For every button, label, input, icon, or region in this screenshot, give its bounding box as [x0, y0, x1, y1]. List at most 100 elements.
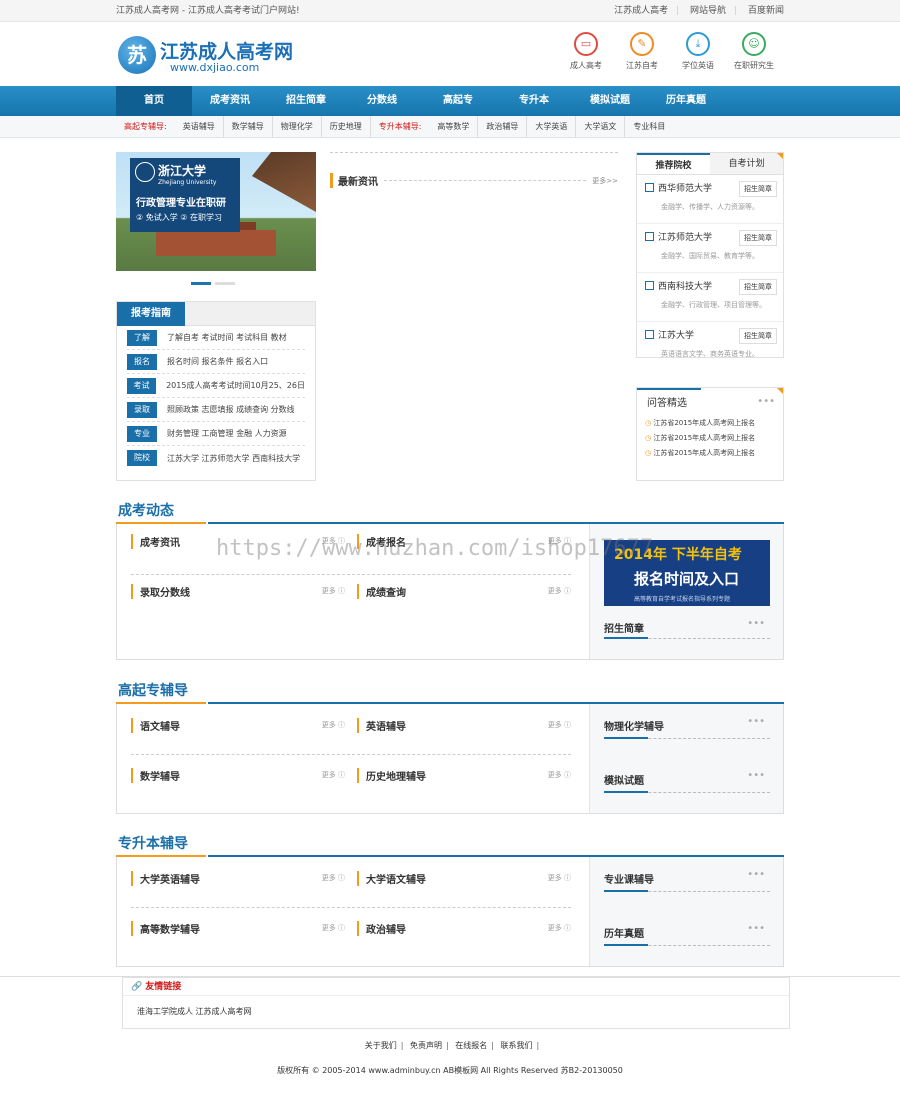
section-side: 2014年 下半年自考 报名时间及入口 高等教育自学考试报名指导系列专题 招生简… [589, 524, 783, 659]
section-cell[interactable]: 大学语文辅导 更多 [357, 861, 573, 901]
section-title: 专升本辅导 [116, 833, 784, 857]
qa-panel: 问答精选 ••• 江苏省2015年成人高考网上报名 江苏省2015年成人高考网上… [636, 387, 784, 481]
section-cell[interactable]: 语文辅导 更多 [131, 708, 347, 748]
more-dots-icon[interactable]: ••• [747, 923, 765, 934]
subnav-item[interactable]: 政治辅导 [477, 116, 526, 138]
link-icon: 🔗 [131, 982, 143, 992]
side-title[interactable]: 模拟试题 [604, 772, 644, 787]
section-cell[interactable]: 成考资讯 更多 [131, 524, 347, 564]
top-link-site-nav[interactable]: 网站导航 [690, 6, 726, 16]
subnav-item[interactable]: 历史地理 [320, 116, 370, 138]
side-title[interactable]: 物理化学辅导 [604, 718, 664, 733]
latest-news-more-link[interactable]: 更多>> [592, 176, 618, 186]
footer-link-online-signup[interactable]: 在线报名 [455, 1041, 487, 1050]
subnav-item[interactable]: 专业科目 [624, 116, 673, 138]
video-icon: ▭ [574, 32, 598, 56]
section-cell[interactable]: 录取分数线 更多 [131, 574, 347, 614]
guide-row: 了解 了解自考 考试时间 考试科目 教材 [127, 326, 305, 350]
download-icon: ⤓ [686, 32, 710, 56]
exam-guide-title: 报考指南 [117, 302, 185, 326]
users-icon: ☺ [742, 32, 766, 56]
top-link-baidu-news[interactable]: 百度新闻 [748, 6, 784, 16]
side-title[interactable]: 历年真题 [604, 925, 644, 940]
footer-link-contact[interactable]: 联系我们 [501, 1041, 533, 1050]
edit-icon: ✎ [630, 32, 654, 56]
section-cell[interactable]: 历史地理辅导 更多 [357, 758, 573, 798]
nav-zhuanshengben[interactable]: 专升本 [496, 86, 572, 116]
qa-item[interactable]: 江苏省2015年成人高考网上报名 [637, 446, 783, 461]
subnav-item[interactable]: 高等数学 [429, 116, 477, 138]
tab-self-exam-plan[interactable]: 自考计划 [710, 153, 783, 174]
section-cell[interactable]: 大学英语辅导 更多 [131, 861, 347, 901]
admission-brochure-button[interactable]: 招生简章 [739, 279, 777, 295]
section-box: 大学英语辅导更多 大学语文辅导更多 高等数学辅导更多 政治辅导更多 专业课辅导 … [116, 857, 784, 967]
friend-links-list[interactable]: 淮海工学院成人 江苏成人高考网 [123, 996, 789, 1027]
site-logo[interactable]: 苏 江苏成人高考网 www.dxjiao.com [118, 34, 308, 76]
top-link-adult-exam[interactable]: 江苏成人高考 [614, 6, 668, 16]
nav-score-line[interactable]: 分数线 [344, 86, 420, 116]
header: 苏 江苏成人高考网 www.dxjiao.com ▭ 成人高考 ✎ 江苏自考 ⤓… [0, 22, 900, 86]
more-dots-icon[interactable]: ••• [747, 869, 765, 880]
banner-slide[interactable]: 浙江大学 Zhejiang University 行政管理专业在职研 ② 免试入… [116, 152, 316, 271]
friend-links-title: 友情链接 [145, 982, 182, 992]
footer-copyright: 版权所有 © 2005-2014 www.adminbuy.cn AB模板网 A… [277, 1066, 623, 1075]
quick-link-self-exam[interactable]: ✎ 江苏自考 [616, 32, 668, 71]
qa-item[interactable]: 江苏省2015年成人高考网上报名 [637, 416, 783, 431]
document-icon [645, 183, 654, 192]
banner-building-image [156, 230, 276, 256]
school-item[interactable]: 江苏大学 英语语言文学、商务英语专业。 招生简章 [637, 322, 783, 371]
banner-dot-active[interactable] [191, 282, 211, 285]
section-title: 成考动态 [116, 500, 784, 524]
tab-recommended-schools[interactable]: 推荐院校 [637, 153, 710, 174]
promo-banner[interactable]: 2014年 下半年自考 报名时间及入口 高等教育自学考试报名指导系列专题 [604, 540, 770, 606]
qa-item[interactable]: 江苏省2015年成人高考网上报名 [637, 431, 783, 446]
quick-link-adult-exam[interactable]: ▭ 成人高考 [560, 32, 612, 71]
side-title[interactable]: 专业课辅导 [604, 871, 654, 886]
nav-home[interactable]: 首页 [116, 86, 192, 116]
recommended-schools-panel: 推荐院校 自考计划 西华师范大学 金融学、传播学、人力资源等。 招生简章 江苏师… [636, 152, 784, 358]
banner-dot[interactable] [215, 282, 235, 285]
more-dots-icon[interactable]: ••• [747, 770, 765, 781]
subnav-item[interactable]: 数学辅导 [222, 116, 272, 138]
section-cell[interactable]: 政治辅导 更多 [357, 911, 573, 951]
quick-link-graduate[interactable]: ☺ 在职研究生 [728, 32, 780, 71]
nav-gaoqizhuan[interactable]: 高起专 [420, 86, 496, 116]
footer-link-disclaimer[interactable]: 免责声明 [410, 1041, 442, 1050]
more-dots-icon[interactable]: ••• [747, 716, 765, 727]
footer: 关于我们 | 免责声明 | 在线报名 | 联系我们 | 版权所有 © 2005-2014… [0, 1040, 900, 1076]
section-box: 成考资讯更多 成考报名更多 录取分数线更多 成绩查询更多 2014年 下半年自考… [116, 524, 784, 660]
more-dots-icon[interactable]: ••• [747, 618, 765, 629]
section-cell[interactable]: 成绩查询 更多 [357, 574, 573, 614]
latest-news-panel: 最新资讯 更多>> [330, 152, 618, 192]
subnav-item[interactable]: 大学语文 [575, 116, 624, 138]
subnav-item[interactable]: 英语辅导 [175, 116, 223, 138]
nav-exam-news[interactable]: 成考资讯 [192, 86, 268, 116]
section-cell[interactable]: 英语辅导 更多 [357, 708, 573, 748]
section-cell[interactable]: 高等数学辅导 更多 [131, 911, 347, 951]
quick-link-degree-english[interactable]: ⤓ 学位英语 [672, 32, 724, 71]
section-cell[interactable]: 数学辅导 更多 [131, 758, 347, 798]
guide-row: 考试 2015成人高考考试时间10月25、26日 [127, 374, 305, 398]
admission-brochure-button[interactable]: 招生简章 [739, 230, 777, 246]
edit-icon [645, 232, 654, 241]
university-seal-icon [135, 162, 155, 182]
subnav-item[interactable]: 物理化学 [271, 116, 321, 138]
nav-admission-guide[interactable]: 招生简章 [268, 86, 344, 116]
banner-line1: 行政管理专业在职研 [136, 198, 226, 209]
nav-past-papers[interactable]: 历年真题 [648, 86, 724, 116]
logo-url: www.dxjiao.com [170, 61, 260, 74]
side-title[interactable]: 招生简章 [604, 620, 644, 635]
book-icon [645, 281, 654, 290]
admission-brochure-button[interactable]: 招生简章 [739, 181, 777, 197]
banner-roof-image [252, 152, 316, 212]
admission-brochure-button[interactable]: 招生简章 [739, 328, 777, 344]
footer-link-about[interactable]: 关于我们 [365, 1041, 397, 1050]
school-item[interactable]: 西南科技大学 金融学、行政管理、项目管理等。 招生简章 [637, 273, 783, 322]
section-box: 语文辅导更多 英语辅导更多 数学辅导更多 历史地理辅导更多 物理化学辅导 •••… [116, 704, 784, 814]
section-cell[interactable]: 成考报名 更多 [357, 524, 573, 564]
subnav-item[interactable]: 大学英语 [526, 116, 575, 138]
qa-more-icon[interactable]: ••• [757, 396, 775, 407]
school-item[interactable]: 西华师范大学 金融学、传播学、人力资源等。 招生简章 [637, 175, 783, 224]
nav-mock-exams[interactable]: 模拟试题 [572, 86, 648, 116]
school-item[interactable]: 江苏师范大学 金融学、国际贸易、教育学等。 招生简章 [637, 224, 783, 273]
